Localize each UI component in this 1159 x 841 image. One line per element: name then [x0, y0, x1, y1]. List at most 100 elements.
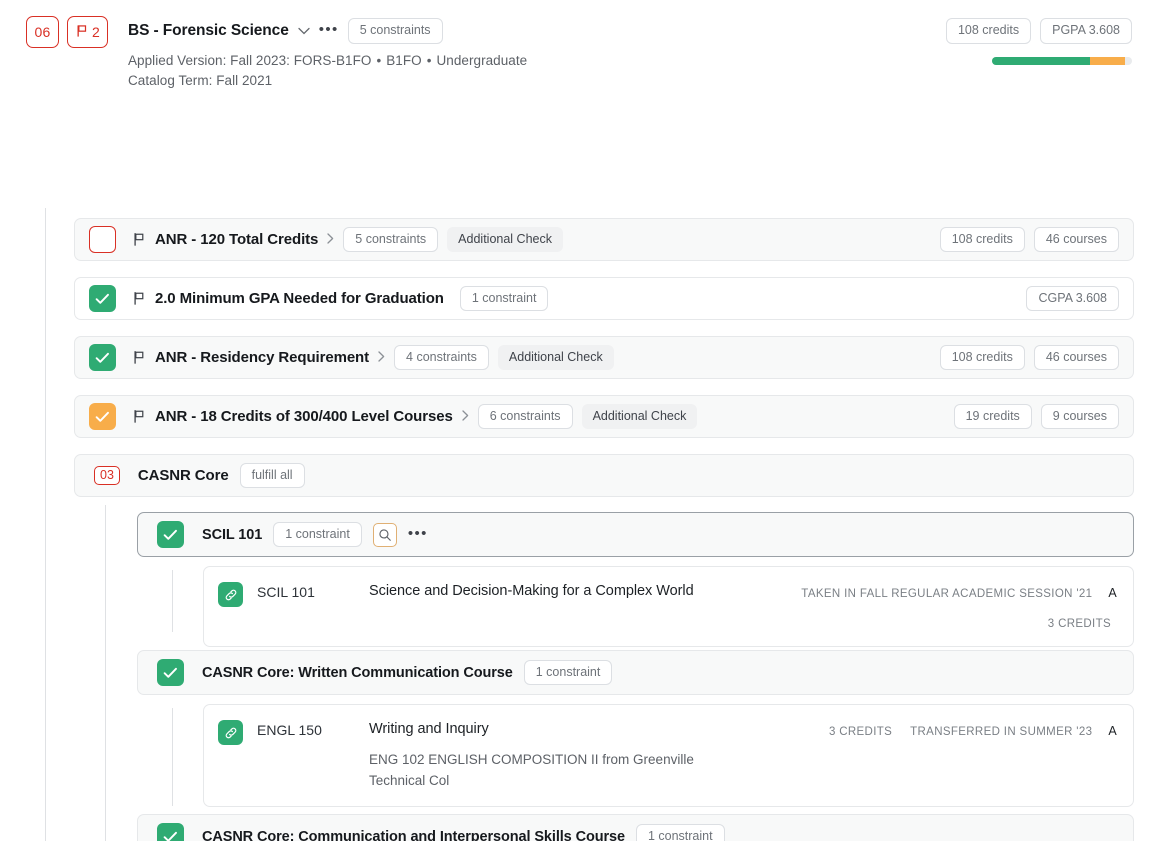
section-title: CASNR Core: [137, 467, 229, 484]
course-card-wrapper: ENGL 150 Writing and Inquiry ENG 102 ENGLI…: [203, 704, 1134, 807]
chevron-right-icon[interactable]: [327, 233, 334, 246]
requirement-title: ANR - 120 Total Credits: [155, 231, 319, 248]
group-row-wrapper: SCIL 101 1 constraint •••: [137, 512, 1134, 557]
requirement-credits-pill[interactable]: 19 credits: [953, 403, 1032, 430]
chevron-down-icon[interactable]: [298, 25, 310, 37]
additional-check-badge[interactable]: Additional Check: [497, 344, 614, 371]
course-code: ENGL 150: [257, 722, 322, 738]
course-card[interactable]: SCIL 101 Science and Decision-Making for …: [203, 566, 1134, 647]
course-session: TAKEN IN FALL REGULAR ACADEMIC SESSION '…: [801, 588, 1093, 600]
group-checkbox[interactable]: [157, 521, 184, 548]
flag-count-badge[interactable]: 2: [67, 16, 108, 48]
link-icon[interactable]: [218, 582, 243, 607]
group-row[interactable]: CASNR Core: Communication and Interperso…: [137, 814, 1134, 841]
section-rule-pill[interactable]: fulfill all: [239, 462, 305, 489]
program-title: BS - Forensic Science: [128, 22, 289, 39]
requirement-title: ANR - Residency Requirement: [155, 349, 370, 366]
requirement-row-wrapper: ANR - 18 Credits of 300/400 Level Course…: [74, 395, 1134, 438]
group-row[interactable]: CASNR Core: Written Communication Course…: [137, 650, 1134, 695]
group-checkbox[interactable]: [157, 823, 184, 841]
course-meta-line-1: 3 CREDITS TRANSFERRED IN SUMMER '23 A: [829, 722, 1117, 740]
program-credits-pill[interactable]: 108 credits: [945, 18, 1032, 44]
course-meta-line-2: 3 CREDITS: [801, 614, 1117, 632]
applied-version-text: Applied Version: Fall 2023: FORS-B1FO: [128, 53, 372, 68]
requirement-constraints-pill[interactable]: 6 constraints: [477, 403, 573, 430]
chevron-right-icon[interactable]: [378, 351, 385, 364]
section-row-wrapper: 03 CASNR Core fulfill all: [74, 454, 1134, 497]
tree-guide-level-1: [45, 208, 46, 841]
section-row-left: 03 CASNR Core fulfill all: [94, 462, 1133, 489]
course-transfer-note: ENG 102 ENGLISH COMPOSITION II from Gree…: [369, 752, 694, 789]
group-row[interactable]: SCIL 101 1 constraint •••: [137, 512, 1134, 557]
degree-audit-page: 06 2 BS - Forensic Science ••• 5 constra…: [0, 0, 1159, 841]
requirement-title: ANR - 18 Credits of 300/400 Level Course…: [155, 408, 453, 425]
requirement-row[interactable]: ANR - 120 Total Credits 5 constraints Addi…: [74, 218, 1134, 261]
requirement-constraints-pill[interactable]: 5 constraints: [343, 226, 439, 253]
program-level: Undergraduate: [436, 53, 528, 68]
requirement-row-right: 19 credits 9 courses: [953, 403, 1133, 430]
requirement-row-right: 108 credits 46 courses: [939, 344, 1133, 371]
requirement-count-badge[interactable]: 06: [26, 16, 59, 48]
requirement-count-label: 06: [34, 24, 51, 40]
requirement-title: 2.0 Minimum GPA Needed for Graduation: [155, 290, 444, 307]
program-gpa-pill[interactable]: PGPA 3.608: [1040, 18, 1132, 44]
program-overflow-menu-icon[interactable]: •••: [319, 22, 339, 37]
program-header: 06 2 BS - Forensic Science ••• 5 constra…: [0, 0, 1159, 100]
group-row-wrapper: CASNR Core: Written Communication Course…: [137, 650, 1134, 695]
group-search-button[interactable]: [372, 522, 397, 547]
requirement-constraints-pill[interactable]: 4 constraints: [394, 344, 489, 371]
requirement-cgpa-pill[interactable]: CGPA 3.608: [1026, 285, 1119, 312]
requirement-checkbox[interactable]: [89, 226, 116, 253]
group-row-left: SCIL 101 1 constraint •••: [157, 521, 1133, 548]
progress-segment-complete: [992, 56, 1090, 65]
flag-icon: [132, 232, 147, 247]
requirement-row-left: 2.0 Minimum GPA Needed for Graduation 1 c…: [89, 285, 1026, 312]
group-row-left: CASNR Core: Communication and Interperso…: [157, 823, 1133, 841]
requirement-credits-pill[interactable]: 108 credits: [939, 226, 1025, 253]
requirement-checkbox[interactable]: [89, 344, 116, 371]
group-checkbox[interactable]: [157, 659, 184, 686]
program-header-stats: 108 credits PGPA 3.608: [922, 18, 1132, 65]
requirement-row[interactable]: 2.0 Minimum GPA Needed for Graduation 1 c…: [74, 277, 1134, 320]
requirement-row[interactable]: ANR - 18 Credits of 300/400 Level Course…: [74, 395, 1134, 438]
requirement-credits-pill[interactable]: 108 credits: [939, 344, 1025, 371]
additional-check-badge[interactable]: Additional Check: [447, 226, 563, 253]
course-code: SCIL 101: [257, 584, 315, 600]
additional-check-badge[interactable]: Additional Check: [581, 403, 698, 430]
tree-guide-course-2: [172, 708, 173, 806]
group-constraints-pill[interactable]: 1 constraint: [523, 659, 613, 686]
separator-dot: •: [376, 53, 382, 68]
requirement-courses-pill[interactable]: 9 courses: [1040, 403, 1119, 430]
group-constraints-pill[interactable]: 1 constraint: [273, 521, 362, 548]
flag-icon: [132, 409, 147, 424]
requirement-courses-pill[interactable]: 46 courses: [1033, 344, 1119, 371]
group-title: CASNR Core: Communication and Interperso…: [202, 828, 625, 841]
requirement-courses-pill[interactable]: 46 courses: [1033, 226, 1119, 253]
requirement-checkbox[interactable]: [89, 285, 116, 312]
course-card[interactable]: ENGL 150 Writing and Inquiry ENG 102 ENGLI…: [203, 704, 1134, 807]
program-constraints-pill[interactable]: 5 constraints: [347, 18, 443, 44]
course-grade: A: [1108, 586, 1117, 600]
course-middle: Writing and Inquiry ENG 102 ENGLISH COMPO…: [369, 721, 829, 792]
requirement-row-wrapper: ANR - 120 Total Credits 5 constraints Addi…: [74, 218, 1134, 261]
group-row-left: CASNR Core: Written Communication Course…: [157, 659, 1133, 686]
link-icon[interactable]: [218, 720, 243, 745]
group-overflow-menu-icon[interactable]: •••: [408, 526, 428, 541]
group-row-wrapper: CASNR Core: Communication and Interperso…: [137, 814, 1134, 841]
tree-guide-course-1: [172, 570, 173, 632]
flag-icon: [75, 24, 89, 40]
course-title: Writing and Inquiry: [369, 721, 489, 737]
requirement-constraints-pill[interactable]: 1 constraint: [459, 285, 549, 312]
requirement-checkbox[interactable]: [89, 403, 116, 430]
requirement-row-left: ANR - Residency Requirement 4 constraints…: [89, 344, 940, 371]
flag-icon: [132, 350, 147, 365]
course-meta-line-1: TAKEN IN FALL REGULAR ACADEMIC SESSION '…: [801, 584, 1117, 602]
requirement-row[interactable]: ANR - Residency Requirement 4 constraints…: [74, 336, 1134, 379]
section-row[interactable]: 03 CASNR Core fulfill all: [74, 454, 1134, 497]
chevron-right-icon[interactable]: [462, 410, 469, 423]
separator-dot-2: •: [426, 53, 432, 68]
course-meta: 3 CREDITS TRANSFERRED IN SUMMER '23 A: [829, 722, 1117, 792]
tree-guide-level-2: [105, 505, 106, 841]
group-constraints-pill[interactable]: 1 constraint: [635, 823, 725, 841]
section-number-badge[interactable]: 03: [94, 465, 120, 486]
